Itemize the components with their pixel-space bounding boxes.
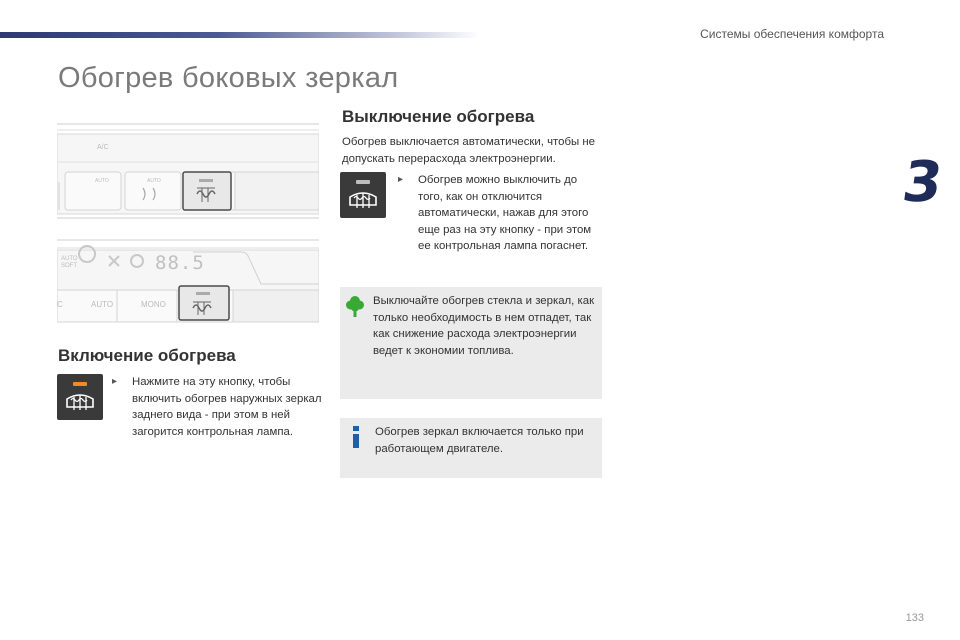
tree-icon [346, 296, 364, 317]
switch-on-heading: Включение обогрева [58, 346, 236, 365]
eco-note: Выключайте обогрев стекла и зеркал, как … [340, 287, 602, 399]
page-title: Обогрев боковых зеркал [58, 62, 399, 94]
bullet-mark: ▸ [398, 174, 404, 185]
info-icon [353, 426, 359, 448]
switch-on-instruction-text: Нажмите на эту кнопку, чтобы включить об… [132, 376, 322, 438]
info-note: Обогрев зеркал включается только при раб… [340, 418, 602, 478]
panel-button-label-auto: AUTO [91, 300, 114, 309]
auto-soft-label: AUTO SOFT [61, 256, 78, 269]
top-panel-label-auto-1: AUTO [95, 178, 109, 184]
panel-button-label-c: C [57, 300, 63, 309]
eco-note-text: Выключайте обогрев стекла и зеркал, как … [373, 295, 595, 357]
temperature-display: 88.5 [155, 252, 205, 274]
chapter-number: 3 [898, 150, 947, 215]
defrost-button-on [57, 374, 103, 420]
top-control-panel [56, 123, 320, 219]
switch-off-intro: Обогрев выключается автоматически, чтобы… [342, 136, 595, 165]
indicator-led-off [356, 180, 370, 184]
top-panel-label-ac: A/C [97, 144, 109, 151]
switch-off-heading: Выключение обогрева [342, 107, 535, 126]
indicator-led-on [73, 382, 87, 386]
header-gradient-bar [0, 32, 480, 38]
info-note-text: Обогрев зеркал включается только при раб… [375, 426, 584, 455]
defrost-button-off [340, 172, 386, 218]
top-panel-label-auto-2: AUTO [147, 178, 161, 184]
section-title: Системы обеспечения комфорта [700, 27, 884, 41]
page-number: 133 [905, 612, 924, 624]
bullet-mark: ▸ [112, 376, 118, 387]
switch-on-instruction: ▸ Нажмите на эту кнопку, чтобы включить … [112, 374, 322, 440]
rear-window-defrost-icon [66, 394, 94, 410]
climate-panel-illustration: A/C AUTO AUTO AUTO SOFT 88.5 C AUTO MONO [56, 122, 320, 327]
switch-off-instruction-text: Обогрев можно выключить до того, как он … [418, 174, 592, 252]
panel-button-label-mono: MONO [141, 300, 166, 309]
switch-off-instruction: ▸ Обогрев можно выключить до того, как о… [398, 172, 596, 255]
rear-window-defrost-icon [349, 192, 377, 208]
